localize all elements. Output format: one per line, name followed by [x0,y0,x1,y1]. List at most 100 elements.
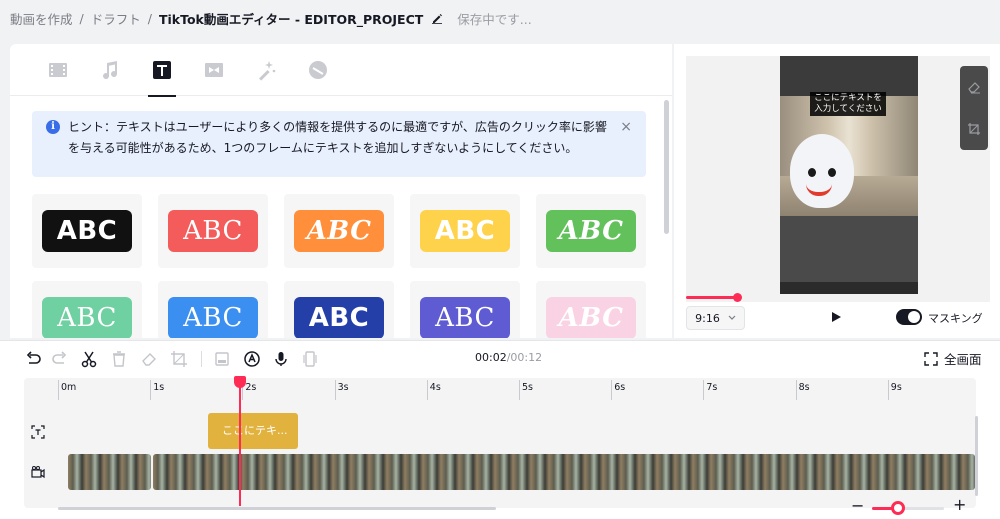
redo-button[interactable] [51,350,69,368]
ruler-tick-label: 9s [890,382,902,393]
zoom-slider[interactable] [872,507,944,510]
text-style-card[interactable]: ABC [536,194,646,268]
ruler-tick-label: 7s [706,382,718,393]
tab-media[interactable] [32,44,84,96]
masking-label: マスキング [928,312,983,325]
preview-stage: ここにテキストを 入力してください [686,56,990,302]
text-style-card[interactable]: ABC [410,194,520,268]
video-track-icon [31,466,45,479]
video-clip[interactable] [68,454,151,490]
video-preview[interactable]: ここにテキストを 入力してください [780,56,918,294]
ruler-tick-line [334,380,336,400]
zoom-in-button[interactable]: + [953,495,966,514]
tab-music[interactable] [84,44,136,96]
text-clip[interactable]: ここにテキ... [208,413,298,449]
panel-scrollbar[interactable] [664,100,669,234]
expand-icon [924,351,938,366]
zoom-slider-handle[interactable] [891,501,905,515]
fullscreen-label: 全画面 [944,352,982,367]
preview-progress-bar[interactable] [686,296,738,299]
ruler-tick-line [426,380,428,400]
aspect-ratio-button[interactable] [301,350,319,368]
scissors-icon [81,351,97,368]
timeline-vertical-scrollbar[interactable] [975,416,978,496]
tab-text[interactable] [136,44,188,97]
crop-icon [171,351,187,367]
ruler-tick-label: 2s [245,382,257,393]
preview-progress-handle[interactable] [733,293,742,302]
ghost-mouth [806,184,832,196]
freeze-frame-button[interactable] [213,350,231,368]
crop-button[interactable] [170,350,188,368]
ghost-eye [808,168,816,177]
tab-effects[interactable] [240,44,292,96]
text-style-card[interactable]: ABC [284,281,394,338]
asset-tabs [10,44,672,97]
text-style-preview: ABC [294,297,384,338]
breadcrumb-drafts[interactable]: ドラフト [91,9,141,28]
text-icon [153,60,171,79]
close-icon[interactable]: × [620,117,632,138]
auto-caption-icon [244,351,260,367]
voiceover-button[interactable] [272,350,290,368]
magic-wand-icon [259,60,276,81]
text-style-preview: ABC [420,297,510,338]
redo-icon [52,351,67,364]
text-style-card[interactable]: ABC [410,281,520,338]
zoom-out-button[interactable]: − [851,496,864,515]
play-icon[interactable] [829,310,843,324]
eraser-icon[interactable] [967,80,981,94]
text-style-card[interactable]: ABC [284,194,394,268]
project-title: TikTok動画エディター - EDITOR_PROJECT [158,11,424,27]
tab-stickers[interactable] [292,44,344,96]
tab-transition[interactable] [188,44,240,96]
current-time: 00:02 [475,351,507,364]
text-style-card[interactable]: ABC [32,281,142,338]
aspect-ratio-select[interactable]: 9:16 [686,306,745,330]
crop-icon[interactable] [967,122,981,136]
text-style-card[interactable]: ABC [536,281,646,338]
fullscreen-button[interactable]: 全画面 [924,349,982,368]
undo-icon [26,351,41,364]
delete-button[interactable] [110,350,128,368]
preview-side-tools [960,66,988,150]
text-style-card[interactable]: ABC [32,194,142,268]
video-clip[interactable] [153,454,975,490]
asset-panel: i ヒント：テキストはユーザーにより多くの情報を提供するのに最適ですが、広告のク… [10,44,672,338]
preview-caption[interactable]: ここにテキストを 入力してください [810,92,886,116]
sticker-icon [309,60,327,79]
pencil-icon[interactable] [431,12,443,25]
ghost-eye [828,168,836,177]
breadcrumb-create-video[interactable]: 動画を作成 [10,9,73,28]
ruler-tick-label: 1s [153,382,165,393]
ruler-tick-label: 8s [798,382,810,393]
text-style-preview: ABC [168,297,258,338]
hint-text: ヒント：テキストはユーザーにより多くの情報を提供するのに最適ですが、広告のクリッ… [68,120,607,155]
ruler-tick-line [887,380,889,400]
save-status: 保存中です... [457,11,532,27]
text-style-preview: ABC [168,210,258,252]
aspect-ratio-value: 9:16 [695,311,720,325]
eraser-button[interactable] [140,350,158,368]
text-style-card[interactable]: ABC [158,281,268,338]
music-note-icon [103,60,118,79]
text-style-preview: ABC [420,210,510,252]
text-style-preview: ABC [546,297,636,338]
microphone-icon [275,352,287,366]
freeze-frame-icon [215,352,229,366]
breadcrumb-separator: / [79,10,84,26]
playhead-handle[interactable] [234,376,246,388]
ruler-tick-line [703,380,705,400]
text-style-card[interactable]: ABC [158,194,268,268]
playback-time: 00:02/00:12 [475,351,542,364]
trash-icon [113,351,125,367]
split-button[interactable] [80,350,98,368]
text-style-preview: ABC [42,297,132,338]
auto-caption-button[interactable] [243,350,261,368]
timeline-horizontal-scrollbar[interactable] [58,507,496,510]
playhead[interactable] [239,376,241,506]
ruler-tick-line [150,380,152,400]
text-style-preview: ABC [42,210,132,252]
masking-toggle[interactable] [896,309,922,325]
undo-button[interactable] [24,350,42,368]
